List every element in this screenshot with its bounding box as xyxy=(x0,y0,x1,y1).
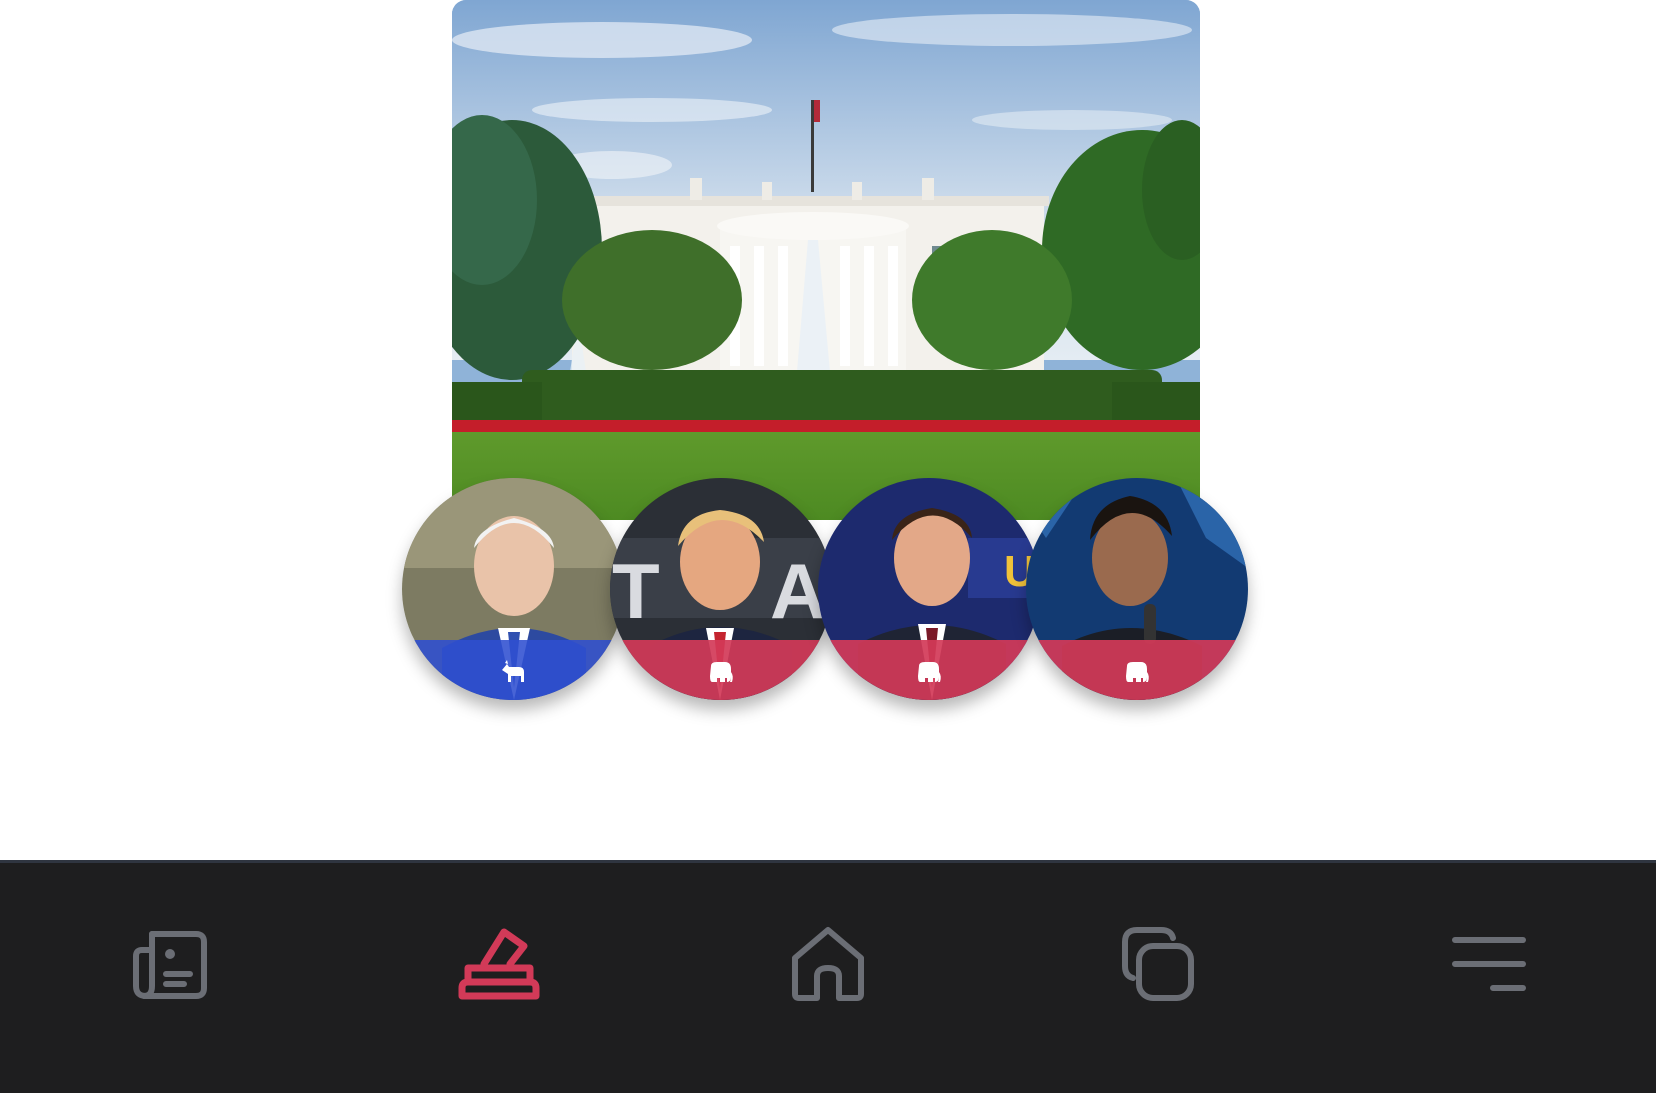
candidate-avatar-row: T A U xyxy=(402,478,1254,702)
menu-icon xyxy=(1452,937,1526,991)
home-icon xyxy=(792,927,864,1001)
candidate-avatar-2[interactable]: T A xyxy=(610,478,832,700)
candidate-avatar-3[interactable]: U xyxy=(818,478,1040,700)
nav-item-home[interactable] xyxy=(780,915,876,1011)
news-icon xyxy=(133,931,207,999)
elephant-icon xyxy=(918,662,941,682)
copy-icon xyxy=(1122,927,1194,1001)
nav-item-news[interactable] xyxy=(123,915,219,1011)
nav-item-copy[interactable] xyxy=(1110,915,1206,1011)
candidate-avatar-4[interactable] xyxy=(1026,478,1248,700)
white-house-illustration xyxy=(452,0,1200,520)
donkey-icon xyxy=(502,660,524,682)
ballot-box-icon xyxy=(458,928,540,1000)
bottom-navigation-bar xyxy=(0,860,1656,1093)
hero-image xyxy=(452,0,1200,520)
background-lettering: T xyxy=(612,547,660,635)
nav-item-vote[interactable] xyxy=(451,915,547,1011)
nav-item-menu[interactable] xyxy=(1440,915,1536,1011)
elephant-icon xyxy=(1126,662,1149,682)
elephant-icon xyxy=(710,662,733,682)
candidate-avatar-1[interactable] xyxy=(402,478,624,700)
